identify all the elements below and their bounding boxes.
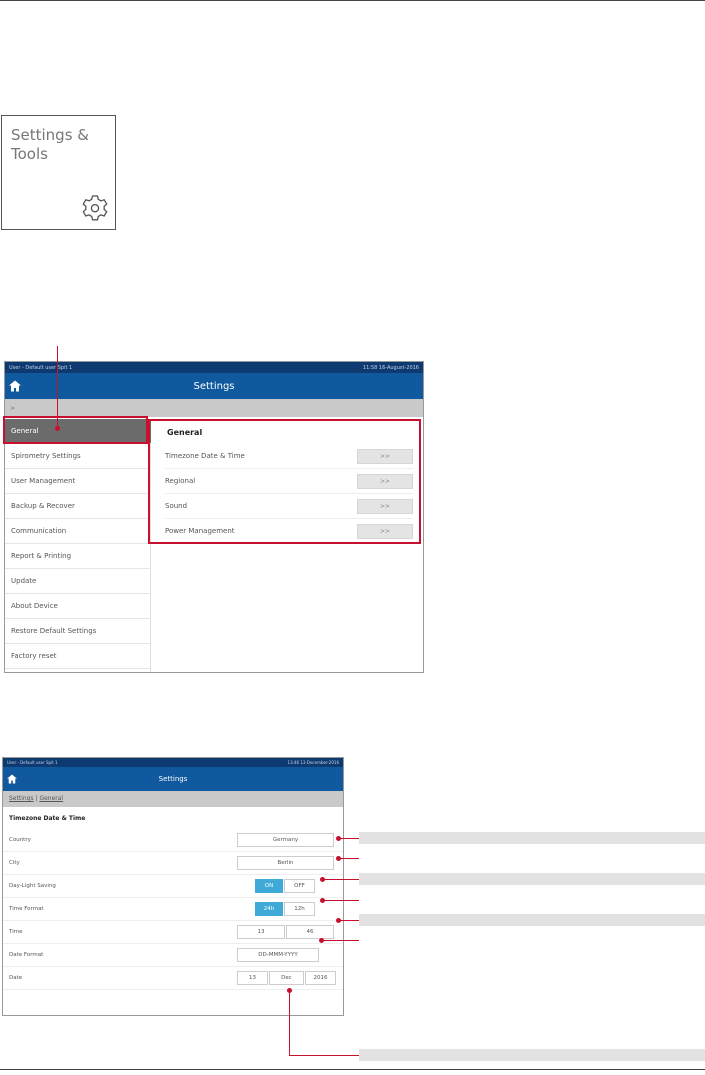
tile-title: Settings & Tools xyxy=(11,126,89,163)
time-hour-field[interactable]: 13 xyxy=(237,925,285,939)
annotation-bar-date xyxy=(359,1049,705,1061)
callout-line-city xyxy=(340,858,359,859)
callout-line-daylight-saving xyxy=(324,879,359,880)
status-user: User - Default user Spit 1 xyxy=(9,364,73,371)
time-format-24h-toggle[interactable]: 24h xyxy=(255,902,283,916)
sidebar-item-about-device[interactable]: About Device xyxy=(5,594,151,619)
status-user: User - Default user Spit 1 xyxy=(7,760,58,765)
time-format-label: Time Format xyxy=(9,906,44,912)
time-label: Time xyxy=(9,929,23,935)
callout-line-time-format xyxy=(324,900,359,901)
row-time: Time 13 46 xyxy=(3,921,343,944)
home-icon[interactable] xyxy=(9,380,21,392)
daylight-saving-label: Day-Light Saving xyxy=(9,883,56,889)
row-date-format: Date Format DD-MMM-YYYY xyxy=(3,944,343,967)
date-day-field[interactable]: 13 xyxy=(237,971,268,985)
callout-line-country xyxy=(340,838,359,839)
title-bar: Settings xyxy=(5,373,423,399)
annotation-bar-daylight-saving xyxy=(359,873,705,885)
callout-line-date-horizontal xyxy=(289,1055,359,1056)
screen-title: Settings xyxy=(193,380,235,392)
city-label: City xyxy=(9,860,20,866)
daylight-saving-off-toggle[interactable]: OFF xyxy=(284,879,315,893)
date-format-label: Date Format xyxy=(9,952,44,958)
sidebar-item-factory-reset[interactable]: Factory reset xyxy=(5,644,151,669)
row-city: City Berlin xyxy=(3,852,343,875)
date-year-field[interactable]: 2016 xyxy=(305,971,336,985)
sidebar-item-user-management[interactable]: User Management xyxy=(5,469,151,494)
date-month-field[interactable]: Dec xyxy=(269,971,304,985)
breadcrumb-settings-link[interactable]: Settings xyxy=(9,795,34,802)
title-bar: Settings xyxy=(3,767,343,791)
country-label: Country xyxy=(9,837,31,843)
bottom-rule xyxy=(0,1069,705,1070)
status-bar: User - Default user Spit 1 13:46 13-Dece… xyxy=(3,758,343,767)
country-select[interactable]: Germany xyxy=(237,833,334,847)
sidebar-item-restore-default-settings[interactable]: Restore Default Settings xyxy=(5,619,151,644)
sidebar-item-update[interactable]: Update xyxy=(5,569,151,594)
daylight-saving-on-toggle[interactable]: ON xyxy=(255,879,283,893)
date-format-select[interactable]: DD-MMM-YYYY xyxy=(237,948,319,962)
callout-line-time xyxy=(340,920,359,921)
status-bar: User - Default user Spit 1 11:58 16-Augu… xyxy=(5,362,423,373)
sidebar: General Spirometry Settings User Managem… xyxy=(5,419,151,672)
section-heading: Timezone Date & Time xyxy=(9,815,86,822)
row-daylight-saving: Day-Light Saving ON OFF xyxy=(3,875,343,898)
row-time-format: Time Format 24h 12h xyxy=(3,898,343,921)
sidebar-item-spirometry-settings[interactable]: Spirometry Settings xyxy=(5,444,151,469)
date-label: Date xyxy=(9,975,23,981)
status-datetime: 13:46 13-December-2016 xyxy=(287,760,339,765)
breadcrumb-general-link[interactable]: General xyxy=(39,795,63,802)
highlight-general-panel xyxy=(148,419,421,544)
status-datetime: 11:58 16-August-2016 xyxy=(362,364,419,371)
callout-line-date-vertical xyxy=(289,990,290,1056)
screen-title: Settings xyxy=(158,775,188,783)
callout-line-date-format xyxy=(323,940,359,941)
annotation-bar-time xyxy=(359,914,705,926)
breadcrumb: > xyxy=(5,399,423,417)
time-format-12h-toggle[interactable]: 12h xyxy=(284,902,315,916)
time-minute-field[interactable]: 46 xyxy=(286,925,334,939)
gear-icon xyxy=(82,195,108,221)
top-rule xyxy=(0,0,705,1)
breadcrumb-text: > xyxy=(10,405,16,412)
row-date: Date 13 Dec 2016 xyxy=(3,967,343,990)
home-icon[interactable] xyxy=(7,774,17,784)
row-country: Country Germany xyxy=(3,829,343,852)
timezone-date-time-screen: User - Default user Spit 1 13:46 13-Dece… xyxy=(2,757,344,1016)
breadcrumb: Settings | General xyxy=(3,791,343,807)
sidebar-item-communication[interactable]: Communication xyxy=(5,519,151,544)
highlight-general-item xyxy=(3,416,148,444)
city-select[interactable]: Berlin xyxy=(237,856,334,870)
sidebar-item-backup-recover[interactable]: Backup & Recover xyxy=(5,494,151,519)
annotation-bar-country xyxy=(359,832,705,844)
sidebar-item-report-printing[interactable]: Report & Printing xyxy=(5,544,151,569)
